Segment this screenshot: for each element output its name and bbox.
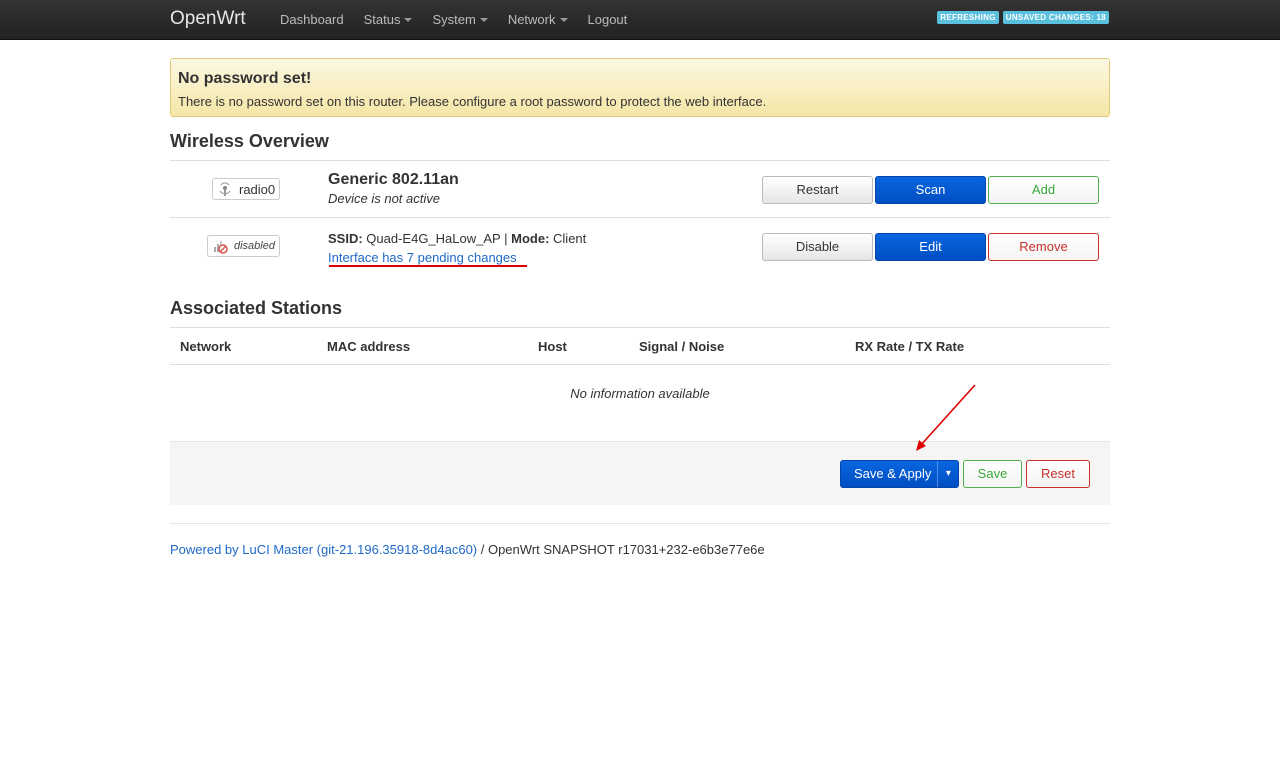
device-title: Generic 802.11an: [328, 171, 459, 188]
status-indicators: REFRESHING UNSAVED CHANGES: 18: [937, 11, 1109, 24]
col-mac-address: MAC address: [327, 339, 411, 354]
nav-network-label: Network: [507, 12, 556, 27]
disable-button[interactable]: Disable: [762, 233, 873, 261]
radio-info: Generic 802.11an Device is not active: [328, 171, 459, 206]
nav-dashboard[interactable]: Dashboard: [270, 0, 354, 40]
nav-system[interactable]: System: [422, 0, 497, 40]
col-host: Host: [538, 339, 567, 354]
col-rx-tx-rate: RX Rate / TX Rate: [855, 339, 965, 354]
edit-button[interactable]: Edit: [875, 233, 986, 261]
top-navbar: OpenWrt Dashboard Status System Network …: [0, 0, 1280, 40]
openwrt-version-text: / OpenWrt SNAPSHOT r17031+232-e6b3e77e6e: [477, 542, 765, 557]
interface-badge: disabled: [207, 235, 280, 257]
stations-table: Network MAC address Host Signal / Noise …: [170, 327, 1110, 425]
radio-badge-label: radio0: [239, 181, 276, 197]
nav-status[interactable]: Status: [354, 0, 423, 40]
caret-down-icon: [559, 17, 568, 22]
associated-stations-heading: Associated Stations: [170, 298, 343, 318]
separator: |: [504, 231, 508, 246]
save-apply-button[interactable]: Save & Apply: [841, 461, 937, 487]
mode-value: Client: [553, 231, 587, 246]
wifi-disabled-icon: [212, 238, 228, 254]
alert-message: There is no password set on this router.…: [178, 94, 767, 109]
nav-dashboard-label: Dashboard: [280, 12, 344, 27]
device-status: Device is not active: [328, 191, 440, 206]
nav-system-label: System: [432, 12, 476, 27]
luci-version-link[interactable]: Powered by LuCI Master (git-21.196.35918…: [170, 542, 477, 557]
interface-badge-label: disabled: [234, 240, 275, 252]
remove-button[interactable]: Remove: [988, 233, 1099, 261]
footer: Powered by LuCI Master (git-21.196.35918…: [170, 542, 765, 557]
reset-button[interactable]: Reset: [1026, 460, 1090, 488]
page-actions: Save & Apply ▾ Save Reset: [170, 441, 1110, 505]
brand-logo[interactable]: OpenWrt: [170, 8, 246, 30]
stations-table-header: Network MAC address Host Signal / Noise …: [170, 328, 1110, 365]
refreshing-badge[interactable]: REFRESHING: [937, 11, 999, 24]
col-network: Network: [180, 339, 232, 354]
interface-actions: Disable Edit Remove: [762, 233, 1099, 261]
nav-logout[interactable]: Logout: [578, 0, 638, 40]
caret-down-icon: [479, 17, 488, 22]
dropdown-arrow-icon[interactable]: ▾: [937, 461, 958, 487]
save-apply-split-button: Save & Apply ▾: [840, 460, 960, 488]
pending-changes-link[interactable]: Interface has 7 pending changes: [328, 250, 517, 265]
radio-actions: Restart Scan Add: [762, 176, 1099, 204]
interface-info: SSID: Quad-E4G_HaLow_AP | Mode: Client I…: [328, 229, 586, 265]
radio-badge: radio0: [212, 178, 281, 200]
add-button[interactable]: Add: [988, 176, 1099, 204]
scan-button[interactable]: Scan: [875, 176, 986, 204]
mode-label: Mode:: [511, 231, 550, 246]
unsaved-changes-badge[interactable]: UNSAVED CHANGES: 18: [1002, 11, 1109, 24]
col-signal-noise: Signal / Noise: [639, 339, 725, 354]
main-nav: Dashboard Status System Network Logout: [270, 0, 637, 40]
no-password-alert: No password set! There is no password se…: [170, 58, 1110, 117]
wireless-table: radio0 Generic 802.11an Device is not ac…: [170, 160, 1110, 274]
caret-down-icon: [404, 17, 413, 22]
footer-divider: [170, 523, 1110, 524]
nav-status-label: Status: [363, 12, 401, 27]
ssid-label: SSID:: [328, 231, 363, 246]
save-button[interactable]: Save: [963, 460, 1022, 488]
ssid-mode-line: SSID: Quad-E4G_HaLow_AP | Mode: Client: [328, 231, 586, 246]
wifi-signal-icon: [217, 181, 233, 197]
ssid-value: Quad-E4G_HaLow_AP: [366, 231, 501, 246]
alert-title: No password set!: [178, 70, 312, 87]
radio-row: radio0 Generic 802.11an Device is not ac…: [170, 160, 1110, 217]
no-info-row: No information available: [570, 386, 710, 401]
restart-button[interactable]: Restart: [762, 176, 873, 204]
nav-logout-label: Logout: [587, 12, 628, 27]
wireless-overview-heading: Wireless Overview: [170, 131, 329, 151]
interface-row: disabled SSID: Quad-E4G_HaLow_AP | Mode:…: [170, 217, 1110, 274]
nav-network[interactable]: Network: [498, 0, 578, 40]
